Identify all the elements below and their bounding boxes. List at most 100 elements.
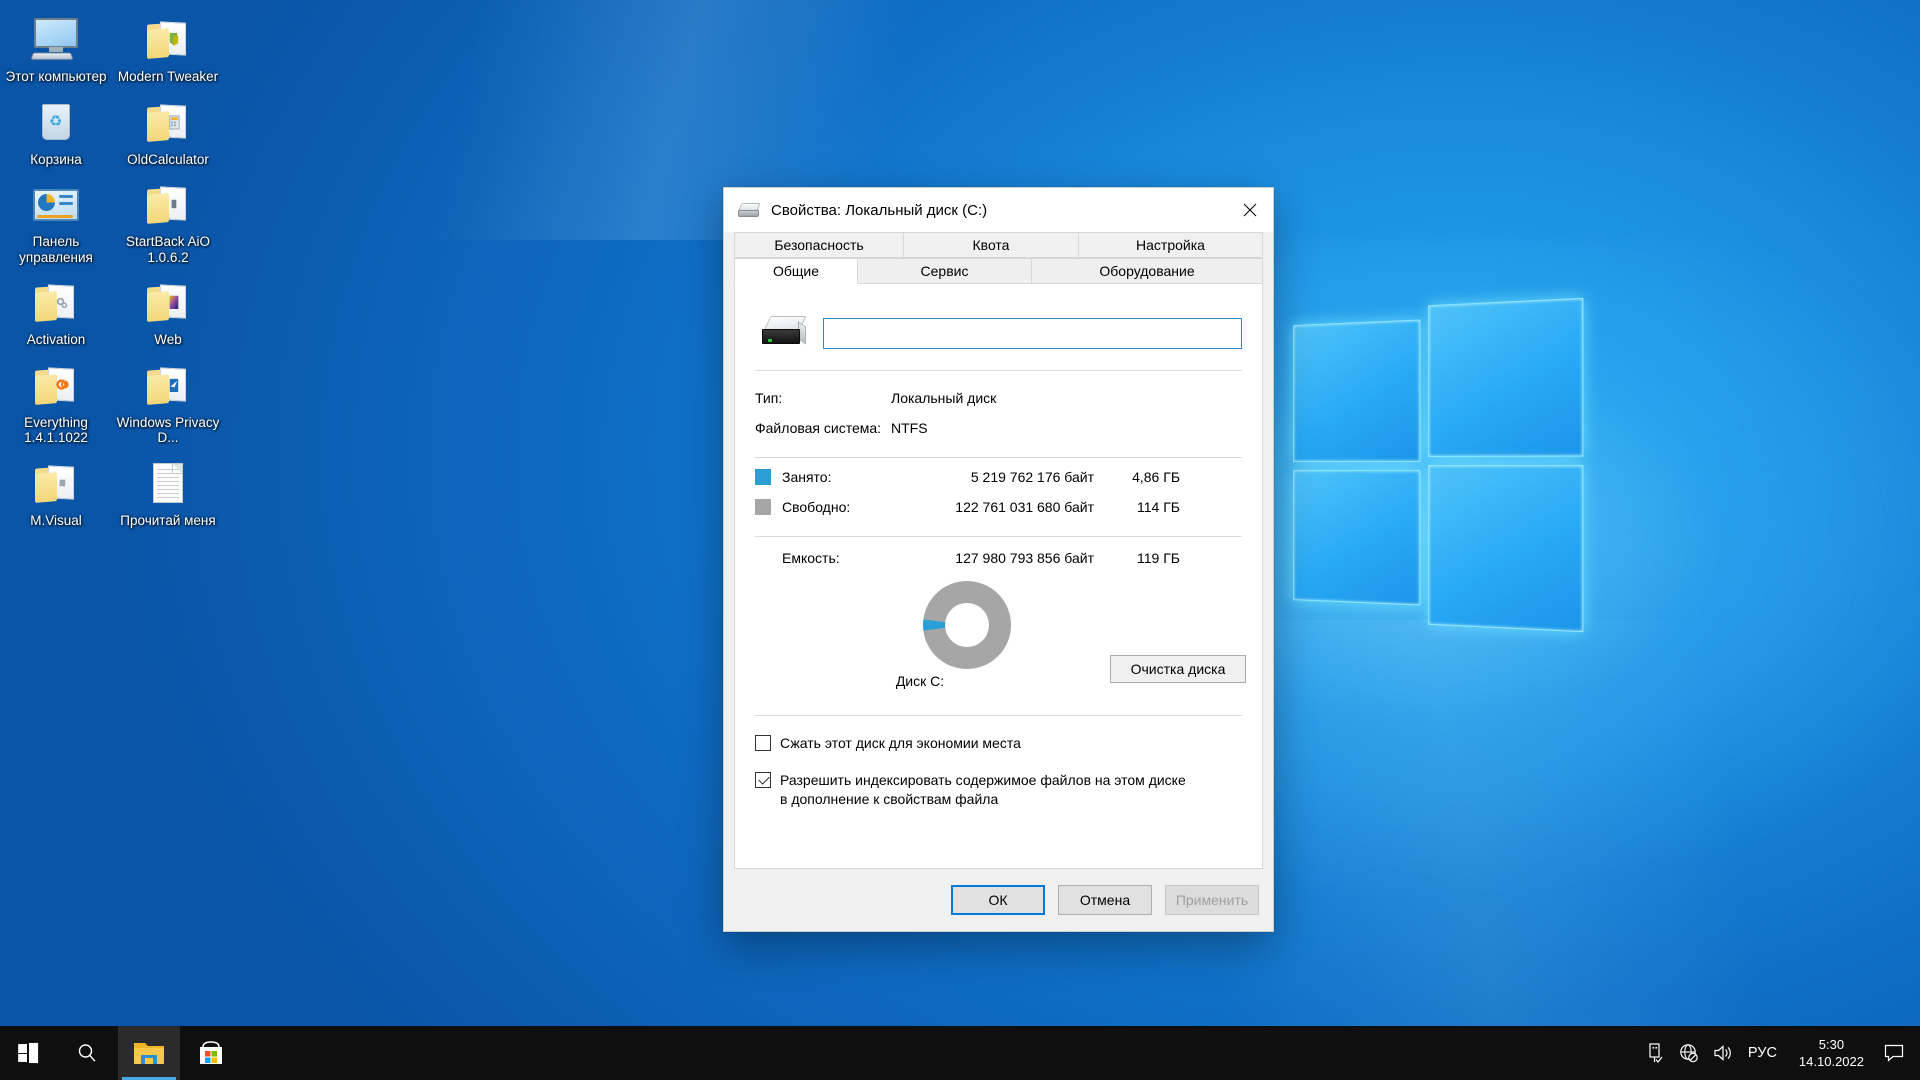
desktop-icon-row: Этот компьютер Modern Tweaker	[0, 8, 230, 91]
capacity-row: Емкость: 127 980 793 856 байт 119 ГБ	[755, 543, 1242, 573]
tab-security[interactable]: Безопасность	[734, 232, 904, 258]
control-panel-icon	[31, 181, 81, 229]
info-value: NTFS	[891, 420, 928, 436]
desktop-icon-row: Панель управления StartBack AiO 1.0.6.2	[0, 173, 230, 271]
ok-button[interactable]: ОК	[951, 885, 1045, 915]
dialog-button-bar: ОК Отмена Применить	[724, 869, 1273, 931]
volume-label-input[interactable]	[823, 318, 1242, 349]
usb-safely-remove-icon[interactable]	[1638, 1026, 1672, 1080]
disk-caption: Диск C:	[755, 673, 1085, 689]
desktop-icon-web[interactable]: Web	[112, 271, 224, 354]
desktop-icon-recycle-bin[interactable]: ♻ Корзина	[0, 91, 112, 174]
tab-tools[interactable]: Сервис	[857, 258, 1032, 284]
capacity-label: Емкость:	[755, 550, 906, 566]
tab-customize[interactable]: Настройка	[1078, 232, 1263, 258]
action-center-icon[interactable]	[1874, 1026, 1914, 1080]
desktop-icon-control-panel[interactable]: Панель управления	[0, 173, 112, 271]
desktop-icon-readme[interactable]: Прочитай меня	[112, 452, 224, 535]
file-explorer-icon	[132, 1038, 166, 1068]
apply-button[interactable]: Применить	[1165, 885, 1259, 915]
search-button[interactable]	[56, 1026, 118, 1080]
desktop-icon-label: StartBack AiO 1.0.6.2	[116, 234, 220, 265]
desktop-icon-this-pc[interactable]: Этот компьютер	[0, 8, 112, 91]
clock[interactable]: 5:30 14.10.2022	[1789, 1036, 1874, 1070]
desktop-icon-label: Корзина	[30, 152, 81, 168]
info-key: Тип:	[755, 390, 891, 406]
taskbar-app-file-explorer[interactable]	[118, 1026, 180, 1080]
usage-gigabytes: 114 ГБ	[1094, 499, 1180, 515]
windows-logo-wallpaper-icon	[1293, 298, 1583, 632]
desktop-icon-label: Web	[154, 332, 182, 348]
desktop-icon-label: Этот компьютер	[6, 69, 107, 85]
desktop-icon-windows-privacy[interactable]: Windows Privacy D...	[112, 354, 224, 452]
desktop-icon-label: M.Visual	[30, 513, 82, 529]
hard-drive-icon	[738, 201, 762, 219]
desktop-icon-modern-tweaker[interactable]: Modern Tweaker	[112, 8, 224, 91]
dialog-titlebar[interactable]: Свойства: Локальный диск (C:)	[724, 188, 1273, 232]
this-pc-icon	[31, 16, 81, 64]
usage-bytes: 122 761 031 680 байт	[906, 499, 1094, 515]
cancel-button[interactable]: Отмена	[1058, 885, 1152, 915]
disk-cleanup-button[interactable]: Очистка диска	[1110, 655, 1246, 683]
usage-row-used: Занято: 5 219 762 176 байт 4,86 ГБ	[755, 462, 1242, 492]
desktop-icon-label: Windows Privacy D...	[116, 415, 220, 446]
desktop-icon-activation[interactable]: Activation	[0, 271, 112, 354]
tab-row-upper: Безопасность Квота Настройка	[734, 232, 1263, 258]
tab-hardware[interactable]: Оборудование	[1031, 258, 1263, 284]
index-contents-checkbox-row[interactable]: Разрешить индексировать содержимое файло…	[755, 771, 1242, 809]
search-icon	[76, 1042, 98, 1064]
tab-page-general: Тип: Локальный диск Файловая система: NT…	[734, 284, 1263, 869]
divider	[755, 536, 1242, 537]
desktop-icon-row: M.Visual Прочитай меня	[0, 452, 230, 535]
compress-drive-checkbox-row[interactable]: Сжать этот диск для экономии места	[755, 734, 1242, 753]
desktop-icon-label: OldCalculator	[127, 152, 209, 168]
hard-drive-large-icon	[761, 316, 807, 350]
folder-icon	[143, 181, 193, 229]
tab-quota[interactable]: Квота	[903, 232, 1079, 258]
desktop-icon-grid: Этот компьютер Modern Tweaker ♻ Корзина	[0, 8, 230, 534]
desktop-icon-row: Activation Web	[0, 271, 230, 354]
clock-time: 5:30	[1799, 1036, 1864, 1053]
usage-label: Занято:	[782, 469, 906, 485]
tab-strip: Безопасность Квота Настройка Общие Серви…	[724, 232, 1273, 284]
tab-row-lower: Общие Сервис Оборудование	[734, 258, 1263, 284]
info-value: Локальный диск	[891, 390, 996, 406]
folder-icon	[143, 279, 193, 327]
desktop-icon-m-visual[interactable]: M.Visual	[0, 452, 112, 535]
language-indicator[interactable]: РУС	[1740, 1045, 1789, 1061]
index-contents-label: Разрешить индексировать содержимое файло…	[780, 771, 1190, 809]
folder-icon	[143, 16, 193, 64]
volume-label-row	[755, 310, 1242, 356]
windows-start-icon	[18, 1043, 38, 1063]
close-icon[interactable]	[1227, 188, 1273, 232]
microsoft-store-icon	[196, 1038, 226, 1068]
desktop-icon-label: Modern Tweaker	[118, 69, 218, 85]
folder-icon	[31, 362, 81, 410]
desktop-icon-everything[interactable]: Everything 1.4.1.1022	[0, 354, 112, 452]
speaker-volume-icon[interactable]	[1706, 1026, 1740, 1080]
capacity-bytes: 127 980 793 856 байт	[906, 550, 1094, 566]
text-document-icon	[143, 460, 193, 508]
recycle-bin-icon: ♻	[31, 99, 81, 147]
taskbar-app-microsoft-store[interactable]	[180, 1026, 242, 1080]
folder-icon	[31, 460, 81, 508]
network-disconnected-icon[interactable]	[1672, 1026, 1706, 1080]
usage-row-free: Свободно: 122 761 031 680 байт 114 ГБ	[755, 492, 1242, 522]
start-button[interactable]	[0, 1026, 56, 1080]
usage-label: Свободно:	[782, 499, 906, 515]
disk-usage-chart: Диск C: Очистка диска	[755, 577, 1242, 697]
index-contents-checkbox[interactable]	[755, 772, 771, 788]
desktop-icon-oldcalculator[interactable]: OldCalculator	[112, 91, 224, 174]
divider	[755, 370, 1242, 371]
usage-table: Занято: 5 219 762 176 байт 4,86 ГБ Свобо…	[755, 462, 1242, 522]
tab-general[interactable]: Общие	[734, 258, 858, 284]
desktop-icon-row: Everything 1.4.1.1022 Windows Privacy D.…	[0, 354, 230, 452]
info-row-type: Тип: Локальный диск	[755, 383, 1242, 413]
info-key: Файловая система:	[755, 420, 891, 436]
info-row-filesystem: Файловая система: NTFS	[755, 413, 1242, 443]
desktop-icon-label: Прочитай меня	[120, 513, 215, 529]
capacity-gigabytes: 119 ГБ	[1094, 550, 1180, 566]
desktop-icon-startback-aio[interactable]: StartBack AiO 1.0.6.2	[112, 173, 224, 271]
folder-icon	[143, 362, 193, 410]
compress-drive-checkbox[interactable]	[755, 735, 771, 751]
